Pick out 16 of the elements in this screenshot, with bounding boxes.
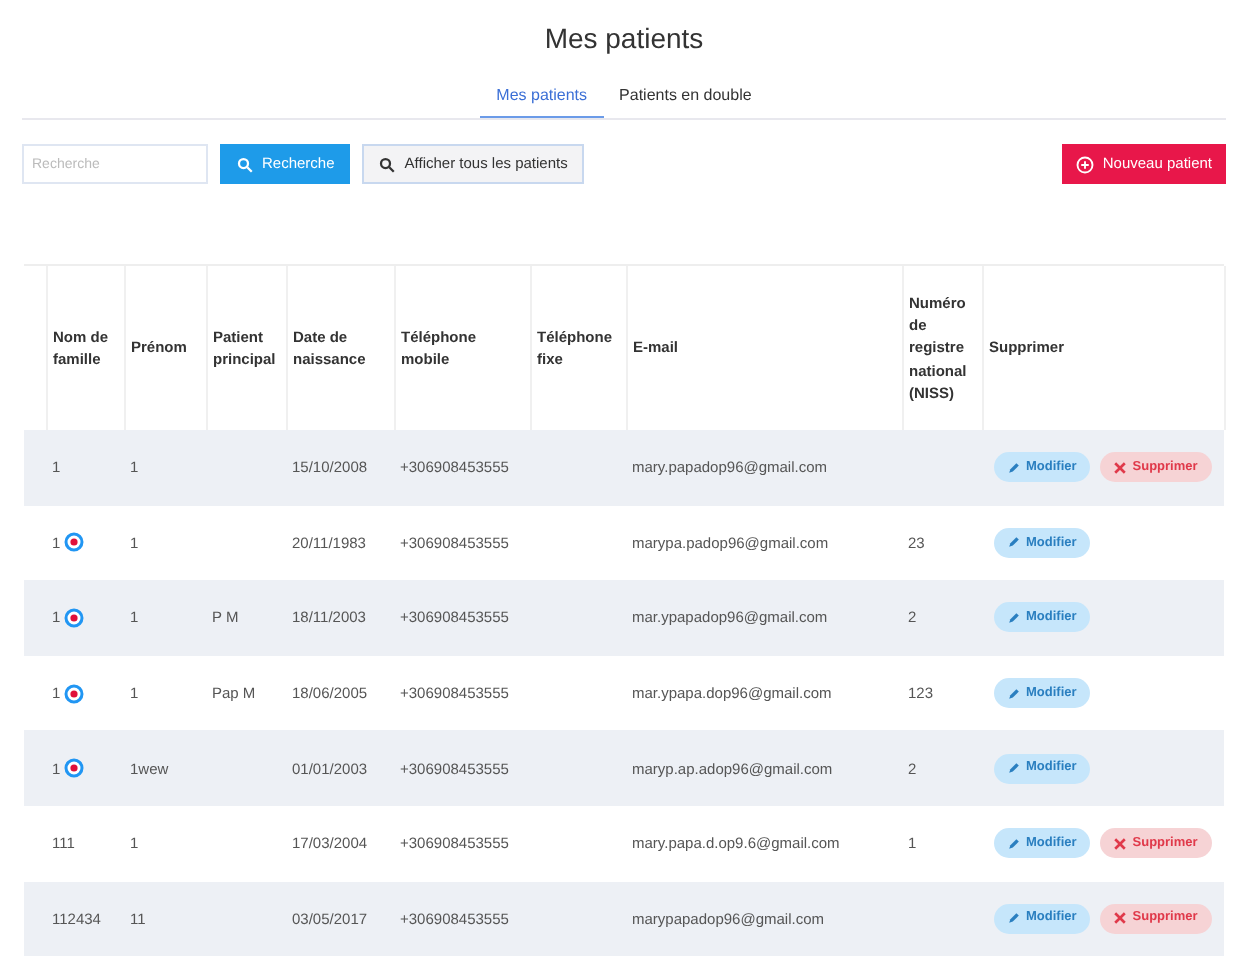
close-icon — [1114, 912, 1127, 925]
pencil-icon — [1008, 837, 1020, 850]
pencil-icon — [1008, 912, 1020, 925]
plus-circle-icon — [1076, 155, 1095, 173]
pencil-icon — [1008, 762, 1020, 775]
pencil-icon — [1008, 536, 1020, 549]
close-icon — [1114, 837, 1127, 850]
pencil-icon — [1008, 611, 1020, 624]
pencil-icon — [1008, 461, 1020, 474]
page-title: Mes patients — [544, 20, 704, 58]
search-icon — [378, 155, 397, 173]
close-icon — [1114, 461, 1127, 474]
pencil-icon — [1008, 687, 1020, 700]
search-icon — [236, 155, 254, 173]
tab[interactable]: Mes patients — [480, 84, 604, 118]
tab[interactable]: Patients en double — [603, 84, 768, 118]
